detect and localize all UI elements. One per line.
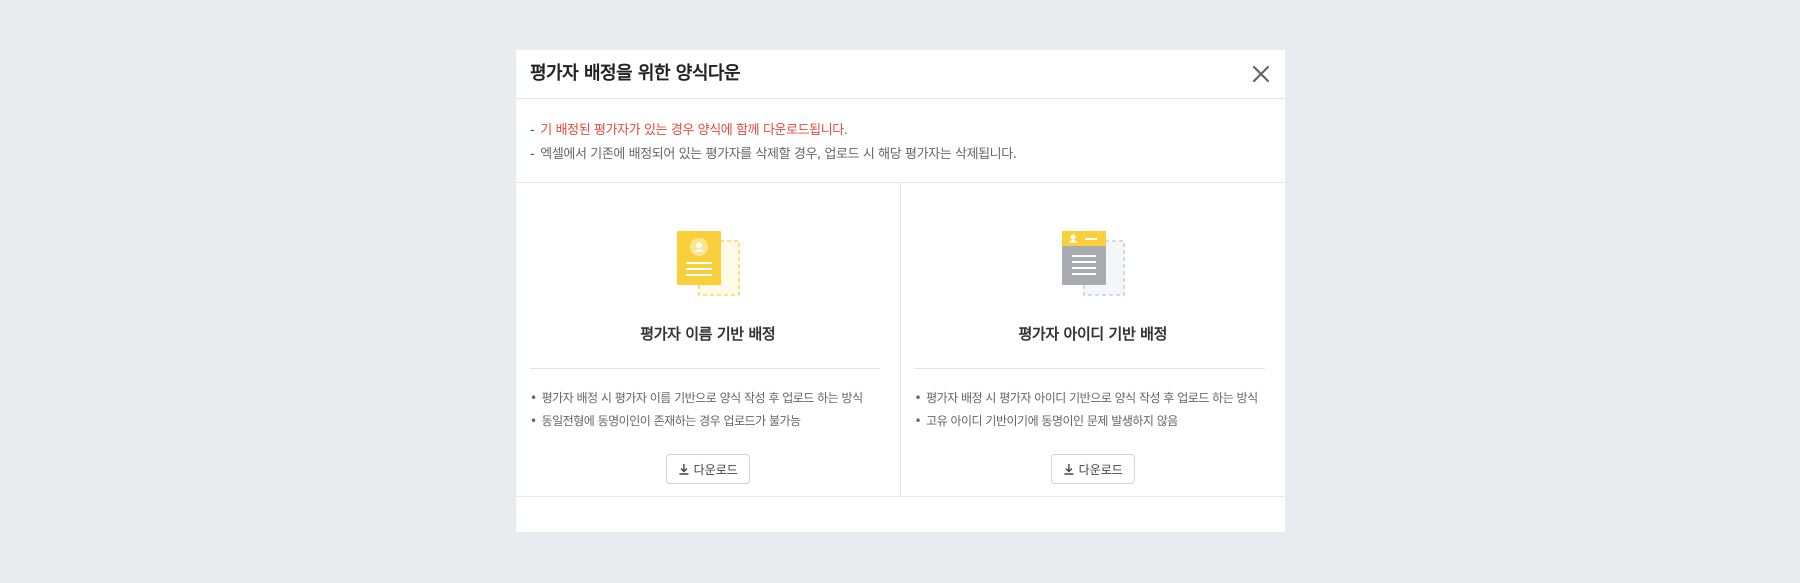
id-document-icon	[1058, 229, 1128, 299]
download-icon	[679, 464, 689, 475]
notice-info: - 엑셀에서 기존에 배정되어 있는 평가자를 삭제할 경우, 업로드 시 해당 …	[530, 143, 1271, 167]
download-label: 다운로드	[1078, 462, 1123, 477]
modal-title: 평가자 배정을 위한 양식다운	[530, 63, 741, 84]
divider	[530, 368, 880, 369]
option-title: 평가자 이름 기반 배정	[640, 325, 776, 343]
download-template-modal: 평가자 배정을 위한 양식다운 -기 배정된 평가자가 있는 경우 양식에 함께…	[516, 50, 1285, 532]
option-id-based: 평가자 아이디 기반 배정 • 평가자 배정 시 평가자 아이디 기반으로 양식 …	[901, 183, 1286, 496]
assignment-options: 평가자 이름 기반 배정 • 평가자 배정 시 평가자 이름 기반으로 양식 작성…	[516, 183, 1285, 497]
modal-header: 평가자 배정을 위한 양식다운	[516, 50, 1285, 99]
option-name-based: 평가자 이름 기반 배정 • 평가자 배정 시 평가자 이름 기반으로 양식 작성…	[516, 183, 901, 496]
download-icon	[1064, 464, 1074, 475]
notice-warning-text: 기 배정된 평가자가 있는 경우 양식에 함께 다운로드됩니다.	[540, 123, 848, 138]
option-title: 평가자 아이디 기반 배정	[1018, 325, 1168, 343]
download-button-id-based[interactable]: 다운로드	[1050, 454, 1135, 484]
divider	[914, 368, 1265, 369]
list-item: • 평가자 배정 시 평가자 이름 기반으로 양식 작성 후 업로드 하는 방식	[530, 391, 864, 405]
option-description-list: • 평가자 배정 시 평가자 아이디 기반으로 양식 작성 후 업로드 하는 방식…	[915, 387, 1276, 433]
download-label: 다운로드	[693, 462, 738, 477]
download-button-name-based[interactable]: 다운로드	[665, 454, 750, 484]
notice-dash: -	[530, 147, 535, 162]
list-item: • 동일전형에 동명이인이 존재하는 경우 업로드가 불가능	[530, 414, 802, 428]
option-description-list: • 평가자 배정 시 평가자 이름 기반으로 양식 작성 후 업로드 하는 방식 …	[530, 387, 890, 433]
notice-section: -기 배정된 평가자가 있는 경우 양식에 함께 다운로드됩니다. - 엑셀에서 …	[516, 99, 1285, 183]
list-item-text: 고유 아이디 기반이기에 동명이인 문제 발생하지 않음	[926, 414, 1178, 428]
list-item-text: 평가자 배정 시 평가자 아이디 기반으로 양식 작성 후 업로드 하는 방식	[926, 391, 1258, 405]
notice-dash: -	[530, 123, 535, 138]
list-item: • 평가자 배정 시 평가자 아이디 기반으로 양식 작성 후 업로드 하는 방식	[914, 391, 1259, 405]
list-item: • 고유 아이디 기반이기에 동명이인 문제 발생하지 않음	[914, 414, 1179, 428]
name-document-icon	[673, 229, 743, 299]
notice-info-text: 엑셀에서 기존에 배정되어 있는 평가자를 삭제할 경우, 업로드 시 해당 평…	[540, 147, 1017, 162]
list-item-text: 동일전형에 동명이인이 존재하는 경우 업로드가 불가능	[541, 414, 802, 428]
close-icon[interactable]	[1249, 62, 1273, 86]
list-item-text: 평가자 배정 시 평가자 이름 기반으로 양식 작성 후 업로드 하는 방식	[541, 391, 864, 405]
notice-warning: -기 배정된 평가자가 있는 경우 양식에 함께 다운로드됩니다.	[530, 119, 1271, 143]
